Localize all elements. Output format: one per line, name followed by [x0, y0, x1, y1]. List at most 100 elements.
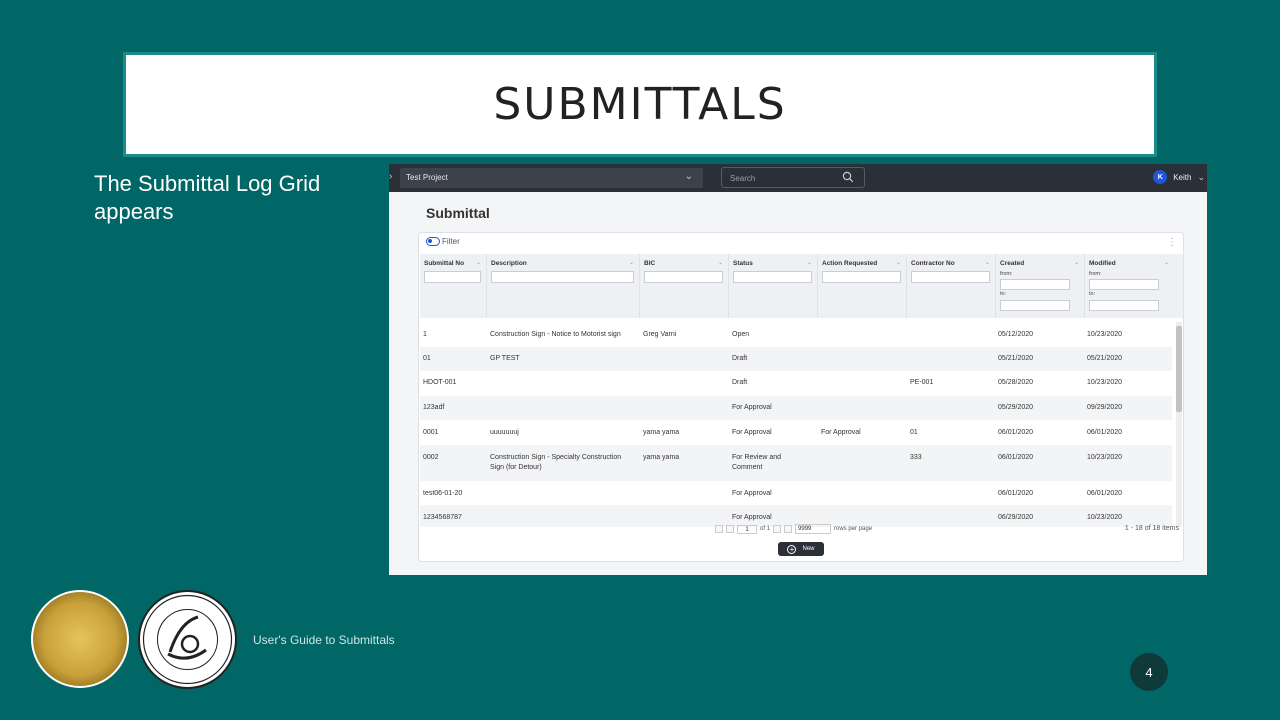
filter-input-bic[interactable]: [644, 271, 723, 283]
table-row[interactable]: 123adf For Approval 05/29/2020 09/29/202…: [420, 396, 1172, 420]
table-row[interactable]: test06-01-20 For Approval 06/01/2020 06/…: [420, 481, 1172, 505]
dot-seal-logo: [138, 590, 237, 689]
cell-submittal-no: 01: [423, 355, 431, 362]
scrollbar-thumb[interactable]: [1176, 326, 1182, 412]
table-row[interactable]: 0001 uuuuuuuj yama yama For Approval For…: [420, 420, 1172, 445]
modified-from-input[interactable]: [1089, 279, 1159, 290]
more-options-icon[interactable]: ⋮: [1167, 237, 1177, 248]
cell-submittal-no: 0001: [423, 429, 439, 436]
cell-submittal-no: 0002: [423, 454, 439, 461]
filter-input-submittal-no[interactable]: [424, 271, 481, 283]
slide-caption: The Submittal Log Grid appears: [94, 171, 321, 224]
table-row[interactable]: 0002 Construction Sign - Specialty Const…: [420, 445, 1172, 481]
new-button[interactable]: + New: [778, 542, 824, 556]
column-header-action-requested[interactable]: Action Requested ⌄: [818, 254, 907, 318]
submittal-grid-panel: Filter ⋮ Submittal No ⌄ Description ⌄ BI…: [418, 232, 1184, 562]
cell-contractor-no: 333: [910, 454, 922, 461]
table-row[interactable]: 1 Construction Sign - Notice to Motorist…: [420, 322, 1172, 347]
cell-modified: 10/23/2020: [1087, 379, 1123, 386]
column-title: Status: [733, 260, 753, 267]
column-header-submittal-no[interactable]: Submittal No ⌄: [420, 254, 487, 318]
vertical-scrollbar[interactable]: [1176, 322, 1182, 527]
chevron-down-icon[interactable]: ⌄: [896, 259, 901, 266]
chevron-down-icon[interactable]: ⌄: [718, 259, 723, 266]
column-header-modified[interactable]: Modified ⌄ from: to:: [1085, 254, 1174, 318]
cell-modified: 06/01/2020: [1087, 429, 1123, 436]
filter-input-action-requested[interactable]: [822, 271, 901, 283]
column-header-status[interactable]: Status ⌄: [729, 254, 818, 318]
column-title: BIC: [644, 260, 656, 267]
created-from-input[interactable]: [1000, 279, 1070, 290]
column-header-created[interactable]: Created ⌄ from: to:: [996, 254, 1085, 318]
cell-description: Construction Sign - Notice to Motorist s…: [490, 331, 621, 338]
first-page-icon[interactable]: [715, 525, 723, 533]
cell-description: uuuuuuuj: [490, 429, 519, 436]
user-name: Keith: [1173, 172, 1192, 182]
filter-input-contractor-no[interactable]: [911, 271, 990, 283]
cell-modified: 06/01/2020: [1087, 490, 1123, 497]
chevron-down-icon[interactable]: ⌄: [1164, 259, 1169, 266]
prev-page-icon[interactable]: [726, 525, 734, 533]
chevron-down-icon[interactable]: ⌄: [807, 259, 812, 266]
slide-title-box: SUBMITTALS: [123, 52, 1157, 157]
table-row[interactable]: 01 GP TEST Draft 05/21/2020 05/21/2020: [420, 347, 1172, 371]
cell-created: 06/01/2020: [998, 490, 1034, 497]
column-title: Contractor No: [911, 260, 955, 267]
table-row[interactable]: HDOT-001 Draft PE-001 05/28/2020 10/23/2…: [420, 371, 1172, 396]
cell-modified: 10/23/2020: [1087, 331, 1123, 338]
cell-contractor-no: PE-001: [910, 379, 934, 386]
cell-status: Open: [732, 331, 750, 338]
cell-submittal-no: 1234568787: [423, 514, 462, 521]
next-page-icon[interactable]: [773, 525, 782, 533]
to-label: to:: [1089, 291, 1096, 297]
cell-bic: yama yama: [643, 429, 680, 436]
column-header-description[interactable]: Description ⌄: [487, 254, 640, 318]
chevron-down-icon[interactable]: ⌄: [1074, 259, 1079, 266]
created-to-input[interactable]: [1000, 300, 1070, 311]
cell-status: Draft: [732, 355, 748, 362]
column-title: Action Requested: [822, 260, 878, 267]
column-title: Submittal No: [424, 260, 465, 267]
column-title: Created: [1000, 260, 1025, 267]
new-button-label: New: [802, 546, 815, 552]
cell-status: For Approval: [732, 429, 772, 436]
user-menu[interactable]: K Keith ⌄: [1153, 170, 1205, 184]
slide-page-number: 4: [1130, 653, 1168, 691]
filter-input-status[interactable]: [733, 271, 812, 283]
column-title: Modified: [1089, 260, 1116, 267]
project-select-label: Test Project: [406, 173, 448, 182]
expand-chevron-icon[interactable]: ›: [389, 171, 392, 182]
page-size-select[interactable]: 9999: [795, 524, 832, 534]
cell-modified: 10/23/2020: [1087, 514, 1123, 521]
cell-submittal-no: test06-01-20: [423, 490, 463, 497]
search-input[interactable]: [730, 172, 830, 184]
cell-submittal-no: HDOT-001: [423, 379, 457, 386]
from-label: from:: [1000, 271, 1013, 277]
modified-to-input[interactable]: [1089, 300, 1159, 311]
cell-status: For Approval: [732, 490, 772, 497]
chevron-down-icon[interactable]: ⌄: [629, 259, 634, 266]
cell-status: For Review and Comment: [732, 454, 782, 471]
cell-bic: yama yama: [643, 454, 680, 461]
from-label: from:: [1089, 271, 1102, 277]
filter-input-description[interactable]: [491, 271, 634, 283]
cell-action-requested: For Approval: [821, 429, 861, 436]
last-page-icon[interactable]: [784, 525, 793, 533]
project-select[interactable]: Test Project ⌄: [400, 168, 703, 188]
slide-footer: User's Guide to Submittals: [253, 633, 395, 647]
search-box[interactable]: [721, 167, 865, 188]
column-title: Description: [491, 260, 527, 267]
chevron-down-icon[interactable]: ⌄: [476, 259, 481, 266]
chevron-down-icon[interactable]: ⌄: [985, 259, 990, 266]
column-header-bic[interactable]: BIC ⌄: [640, 254, 729, 318]
toggle-icon[interactable]: [426, 237, 440, 246]
page-number-input[interactable]: 1: [737, 524, 757, 534]
filter-toggle[interactable]: Filter: [426, 237, 460, 246]
cell-created: 06/01/2020: [998, 454, 1034, 461]
search-icon[interactable]: [842, 171, 854, 183]
column-header-contractor-no[interactable]: Contractor No ⌄: [907, 254, 996, 318]
cell-contractor-no: 01: [910, 429, 918, 436]
items-count: 1 - 18 of 18 items: [1124, 525, 1179, 532]
cell-status: For Approval: [732, 404, 772, 411]
cell-created: 05/21/2020: [998, 355, 1034, 362]
